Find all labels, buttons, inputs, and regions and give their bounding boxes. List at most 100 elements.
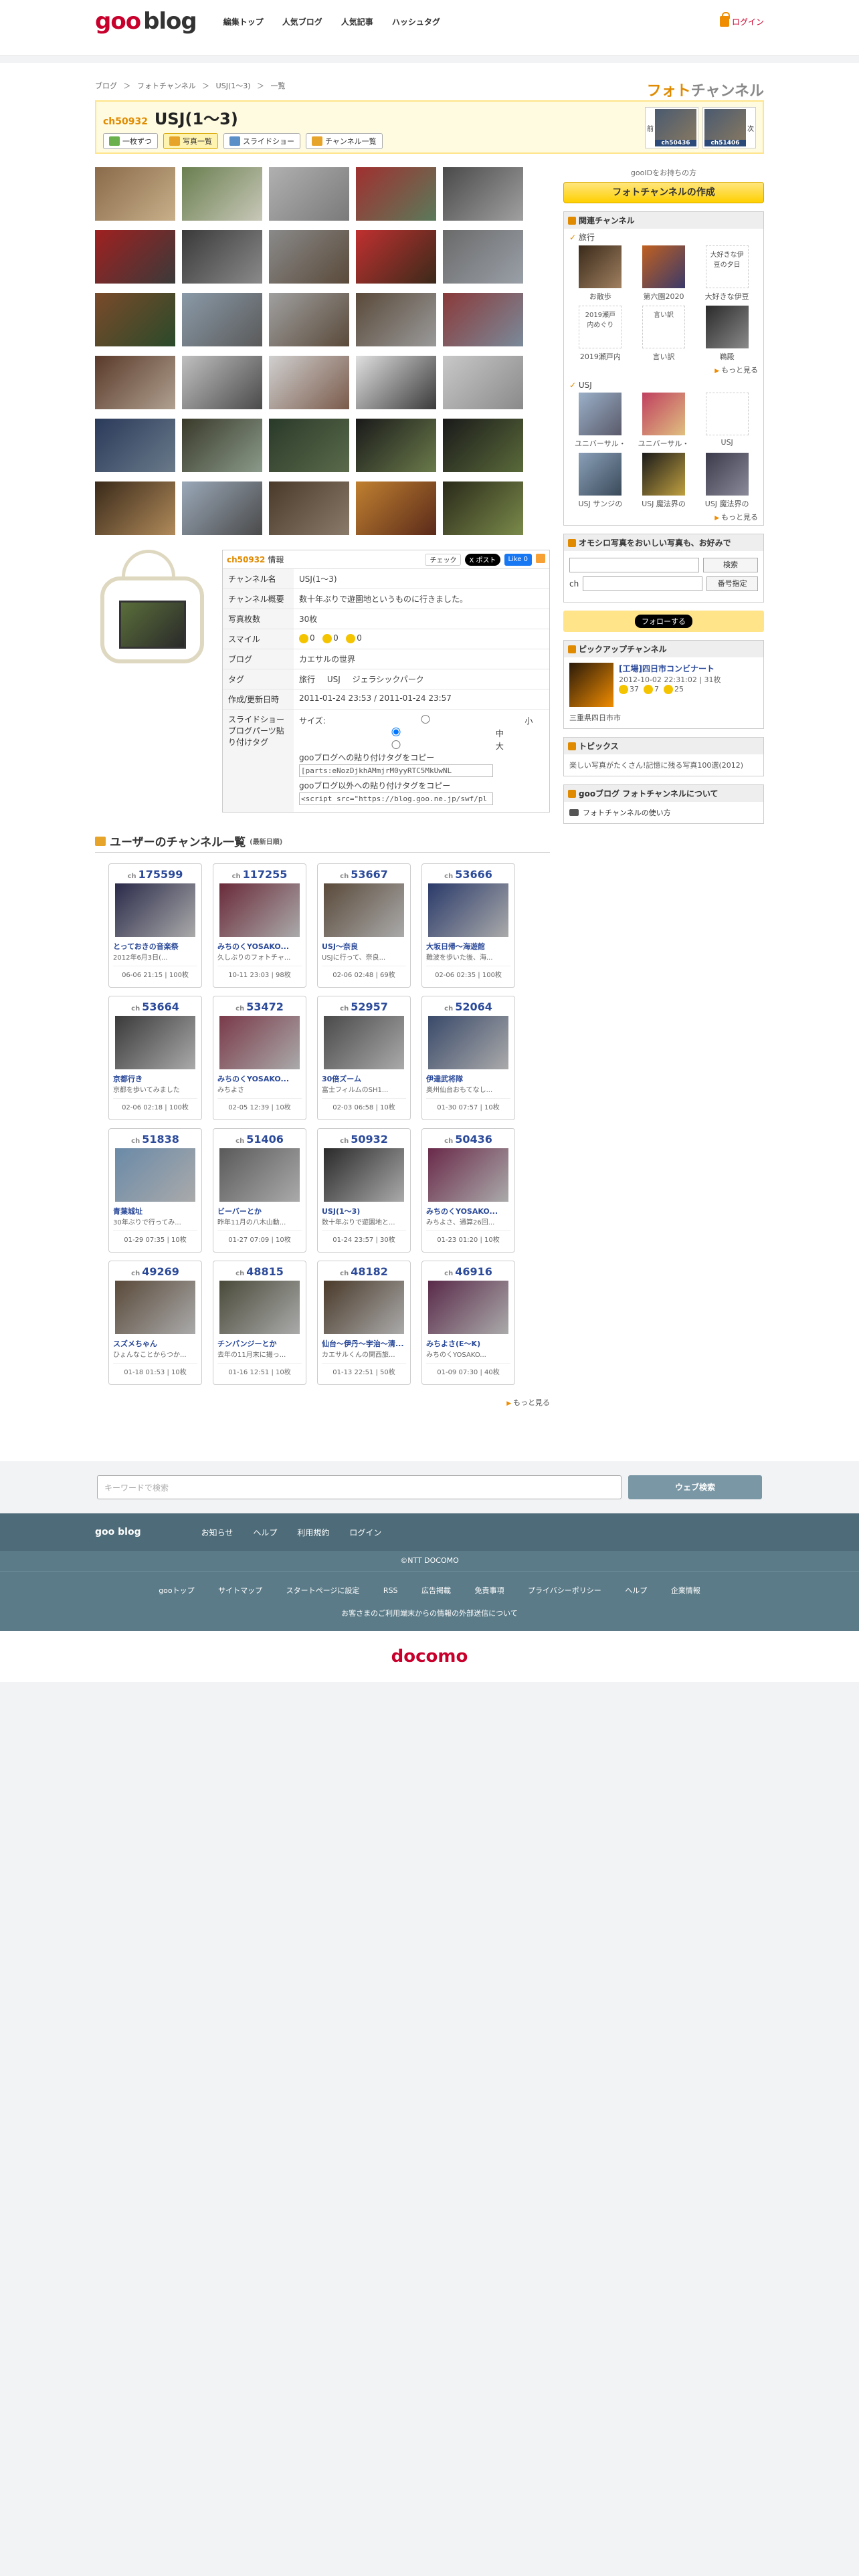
- tag-link[interactable]: USJ: [327, 675, 341, 684]
- footer-link[interactable]: お知らせ: [201, 1527, 233, 1538]
- related-item[interactable]: お散歩: [571, 245, 630, 302]
- user-channel-card[interactable]: ch 50436 みちのくYOSAKO... みちよさ、通算26回... 01-23 0…: [421, 1128, 515, 1253]
- prev-channel[interactable]: 前 ch50436: [645, 107, 698, 148]
- one-by-one-button[interactable]: 一枚ずつ: [103, 133, 158, 149]
- related-item[interactable]: 第六園2020: [634, 245, 694, 302]
- photo-thumb[interactable]: [269, 293, 349, 346]
- card-thumb[interactable]: [219, 883, 300, 937]
- user-channel-card[interactable]: ch 117255 みちのくYOSAKO... 久しぶりのフォトチャ... 10-11 …: [213, 863, 306, 988]
- photo-thumb[interactable]: [356, 419, 436, 472]
- photo-thumb[interactable]: [443, 293, 523, 346]
- card-title[interactable]: USJ〜奈良: [322, 941, 406, 952]
- photo-thumb[interactable]: [182, 419, 262, 472]
- user-channel-card[interactable]: ch 53664 京都行き 京都を歩いてみました 02-06 02:18 | 100枚: [108, 996, 202, 1120]
- card-thumb[interactable]: [115, 1148, 195, 1202]
- photo-thumb[interactable]: [356, 230, 436, 284]
- photo-thumb[interactable]: [269, 356, 349, 409]
- tag-link[interactable]: 旅行: [299, 675, 315, 684]
- photo-thumb[interactable]: [95, 167, 175, 221]
- card-title[interactable]: USJ(1〜3): [322, 1206, 406, 1216]
- card-thumb[interactable]: [324, 1148, 404, 1202]
- related-item[interactable]: 言い訳 言い訳: [634, 306, 694, 362]
- crumb-channel[interactable]: USJ(1〜3): [216, 82, 251, 90]
- photo-thumb[interactable]: [443, 419, 523, 472]
- card-thumb[interactable]: [115, 883, 195, 937]
- card-thumb[interactable]: [428, 883, 508, 937]
- card-ch-number[interactable]: ch 48182: [322, 1265, 406, 1278]
- footer-search-input[interactable]: キーワードで検索: [97, 1475, 622, 1499]
- card-title[interactable]: 大坂日帰〜海遊館: [426, 941, 510, 952]
- photo-channel-logo[interactable]: フォトチャンネル: [647, 79, 764, 100]
- card-thumb[interactable]: [219, 1016, 300, 1069]
- related-item[interactable]: ユニバーサル・: [634, 393, 694, 449]
- related-item[interactable]: ユニバーサル・: [571, 393, 630, 449]
- photo-thumb[interactable]: [356, 167, 436, 221]
- footer-link[interactable]: サイトマップ: [218, 1586, 262, 1595]
- card-title[interactable]: みちよさ(E〜K): [426, 1338, 510, 1349]
- smile-icon[interactable]: [346, 633, 356, 643]
- info-ch-number[interactable]: ch50932: [227, 555, 265, 564]
- card-ch-number[interactable]: ch 50436: [426, 1133, 510, 1146]
- photo-thumb[interactable]: [443, 356, 523, 409]
- embed-goo-input[interactable]: [299, 764, 493, 777]
- card-title[interactable]: とっておきの音楽祭: [113, 941, 197, 952]
- about-link[interactable]: フォトチャンネルの使い方: [583, 807, 671, 818]
- user-channel-card[interactable]: ch 175599 とっておきの音楽祭 2012年6月3日(... 06-06 21:1…: [108, 863, 202, 988]
- photo-thumb[interactable]: [356, 356, 436, 409]
- card-thumb[interactable]: [324, 1016, 404, 1069]
- card-ch-number[interactable]: ch 52064: [426, 1000, 510, 1013]
- user-channel-card[interactable]: ch 50932 USJ(1〜3) 数十年ぶりで遊園地と... 01-24 23:57 …: [317, 1128, 411, 1253]
- photo-thumb[interactable]: [95, 481, 175, 535]
- card-thumb[interactable]: [428, 1281, 508, 1334]
- photo-thumb[interactable]: [182, 230, 262, 284]
- related-item[interactable]: USJ: [697, 393, 757, 449]
- footer-brand[interactable]: goo blog: [95, 1527, 141, 1537]
- goo-blog-logo[interactable]: goo blog: [95, 8, 197, 35]
- photo-thumb[interactable]: [182, 293, 262, 346]
- card-title[interactable]: 仙台〜伊丹〜宇治〜清...: [322, 1338, 406, 1349]
- photo-list-button[interactable]: 写真一覧: [163, 133, 218, 149]
- user-channel-card[interactable]: ch 53472 みちのくYOSAKO... みちよさ 02-05 12:39 | 10…: [213, 996, 306, 1120]
- nav-edit-top[interactable]: 編集トップ: [223, 16, 264, 27]
- user-channel-card[interactable]: ch 51838 青葉城址 30年ぶりで行ってみ... 01-29 07:35 | 10…: [108, 1128, 202, 1253]
- footer-link[interactable]: ログイン: [349, 1527, 381, 1538]
- photo-thumb[interactable]: [95, 230, 175, 284]
- card-ch-number[interactable]: ch 53664: [113, 1000, 197, 1013]
- nav-popular-article[interactable]: 人気記事: [341, 16, 373, 27]
- related-item[interactable]: USJ 魔法界の: [697, 453, 757, 509]
- footer-link[interactable]: RSS: [383, 1586, 398, 1595]
- card-title[interactable]: ビーバーとか: [217, 1206, 302, 1216]
- card-ch-number[interactable]: ch 53472: [217, 1000, 302, 1013]
- slideshow-button[interactable]: スライドショー: [223, 133, 300, 149]
- footer-link[interactable]: ヘルプ: [625, 1586, 647, 1595]
- card-thumb[interactable]: [219, 1148, 300, 1202]
- channel-list-button[interactable]: チャンネル一覧: [306, 133, 383, 149]
- size-medium-radio[interactable]: [299, 728, 493, 736]
- footer-link[interactable]: 企業情報: [671, 1586, 700, 1595]
- photo-thumb[interactable]: [356, 481, 436, 535]
- card-title[interactable]: 30倍ズーム: [322, 1073, 406, 1084]
- footer-link[interactable]: 免責事項: [475, 1586, 504, 1595]
- photo-thumb[interactable]: [269, 481, 349, 535]
- size-large-radio[interactable]: [299, 740, 493, 749]
- usj-more-link[interactable]: もっと見る: [564, 509, 763, 525]
- pickup-name[interactable]: [工場]四日市コンビナート: [619, 663, 721, 674]
- login-link[interactable]: ログイン: [719, 12, 764, 27]
- footer-link[interactable]: gooトップ: [159, 1586, 194, 1595]
- photo-thumb[interactable]: [356, 293, 436, 346]
- footer-link[interactable]: スタートページに設定: [286, 1586, 360, 1595]
- topic-link[interactable]: 楽しい写真がたくさん!記憶に残る写真100選(2012): [564, 754, 763, 776]
- photo-thumb[interactable]: [182, 356, 262, 409]
- check-button[interactable]: チェック: [425, 553, 462, 566]
- related-item[interactable]: 鵜殿: [697, 306, 757, 362]
- facebook-like-button[interactable]: Like 0: [504, 553, 532, 566]
- photo-thumb[interactable]: [269, 167, 349, 221]
- tag-link[interactable]: ジェラシックパーク: [353, 675, 424, 684]
- footer-note[interactable]: お客さまのご利用端末からの情報の外部送信について: [0, 1608, 859, 1618]
- photo-thumb[interactable]: [269, 230, 349, 284]
- photo-thumb[interactable]: [182, 167, 262, 221]
- footer-link[interactable]: プライバシーポリシー: [528, 1586, 601, 1595]
- card-ch-number[interactable]: ch 51406: [217, 1133, 302, 1146]
- card-title[interactable]: 京都行き: [113, 1073, 197, 1084]
- user-channel-card[interactable]: ch 48815 チンパンジーとか 去年の11月末に撮っ... 01-16 12:51 …: [213, 1261, 306, 1385]
